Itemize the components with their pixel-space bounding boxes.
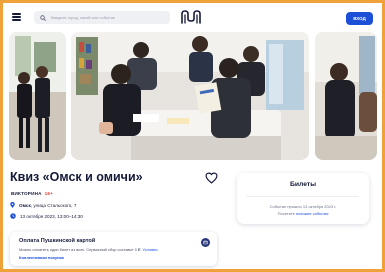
address-text: , улица Стальского, 7: [30, 203, 77, 208]
pushkin-card-title: Оплата Пушкинской картой: [19, 238, 96, 244]
event-title: Квиз «Омск и омичи»: [10, 170, 143, 184]
pushkin-card-description: Можно оплатить один билет из всех. Серви…: [19, 247, 157, 252]
hamburger-icon[interactable]: [12, 13, 21, 21]
event-date: 13 октября 2023, 13:00–14:30: [10, 213, 83, 220]
tickets-divider: [247, 196, 359, 197]
collective-purchase-link[interactable]: Коллективная покупка: [19, 255, 64, 260]
gallery-photo-main[interactable]: [71, 32, 309, 160]
tickets-panel: Билеты Событие прошло 13 октября 2023 г.…: [237, 173, 369, 224]
category-label: ВИКТОРИНА: [11, 191, 42, 196]
search-bar[interactable]: [34, 11, 170, 24]
event-category: ВИКТОРИНА 16+: [11, 191, 53, 196]
wave-logo[interactable]: [180, 9, 202, 25]
top-header: ВХОД: [3, 3, 382, 29]
address-city-link[interactable]: Омск: [19, 203, 31, 208]
search-input[interactable]: [48, 11, 166, 24]
gallery-photo-right[interactable]: [315, 32, 377, 160]
heart-icon[interactable]: [205, 171, 218, 184]
pushkin-card-icon: [201, 238, 210, 247]
conditions-link[interactable]: Условия: [142, 247, 157, 252]
gallery-photo-left[interactable]: [9, 32, 66, 160]
pushkin-card-panel: Оплата Пушкинской картой Можно оплатить …: [10, 232, 217, 266]
date-text: 13 октября 2023, 13:00–14:30: [20, 214, 83, 219]
similar-events-text: Посетите похожие события: [237, 211, 369, 216]
similar-events-link[interactable]: похожие события: [296, 211, 328, 216]
login-button[interactable]: ВХОД: [346, 12, 373, 25]
search-icon: [38, 11, 48, 24]
pushkin-card-text: Можно оплатить один билет из всех. Серви…: [19, 247, 142, 252]
location-pin-icon: [10, 202, 15, 209]
event-address: Омск, улица Стальского, 7: [10, 202, 76, 209]
visit-prefix: Посетите: [277, 211, 296, 216]
tickets-title: Билеты: [289, 181, 317, 188]
clock-icon: [10, 213, 16, 220]
age-badge: 16+: [44, 191, 54, 196]
event-passed-text: Событие прошло 13 октября 2023 г.: [269, 204, 337, 209]
